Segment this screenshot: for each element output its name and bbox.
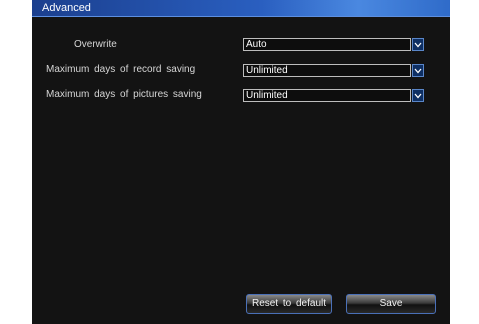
reset-to-default-button[interactable]: Reset to default — [246, 294, 332, 314]
chevron-down-icon — [414, 42, 422, 47]
pictures-saving-select[interactable]: Unlimited — [243, 89, 411, 102]
pictures-saving-dropdown-button[interactable] — [412, 89, 424, 102]
record-saving-value: Unlimited — [246, 65, 288, 76]
title-bar: Advanced — [32, 0, 450, 17]
overwrite-label: Overwrite — [74, 39, 117, 50]
overwrite-select[interactable]: Auto — [243, 38, 411, 51]
save-button[interactable]: Save — [346, 294, 436, 314]
pictures-saving-value: Unlimited — [246, 90, 288, 101]
record-saving-label: Maximum days of record saving — [46, 64, 196, 75]
window-title: Advanced — [42, 2, 91, 14]
chevron-down-icon — [414, 93, 422, 98]
record-saving-select[interactable]: Unlimited — [243, 64, 411, 77]
advanced-settings-panel: Advanced Overwrite Auto Maximum days of … — [32, 0, 450, 324]
overwrite-dropdown-button[interactable] — [412, 38, 424, 51]
pictures-saving-label: Maximum days of pictures saving — [46, 89, 202, 100]
chevron-down-icon — [414, 68, 422, 73]
record-saving-dropdown-button[interactable] — [412, 64, 424, 77]
overwrite-value: Auto — [246, 39, 267, 50]
